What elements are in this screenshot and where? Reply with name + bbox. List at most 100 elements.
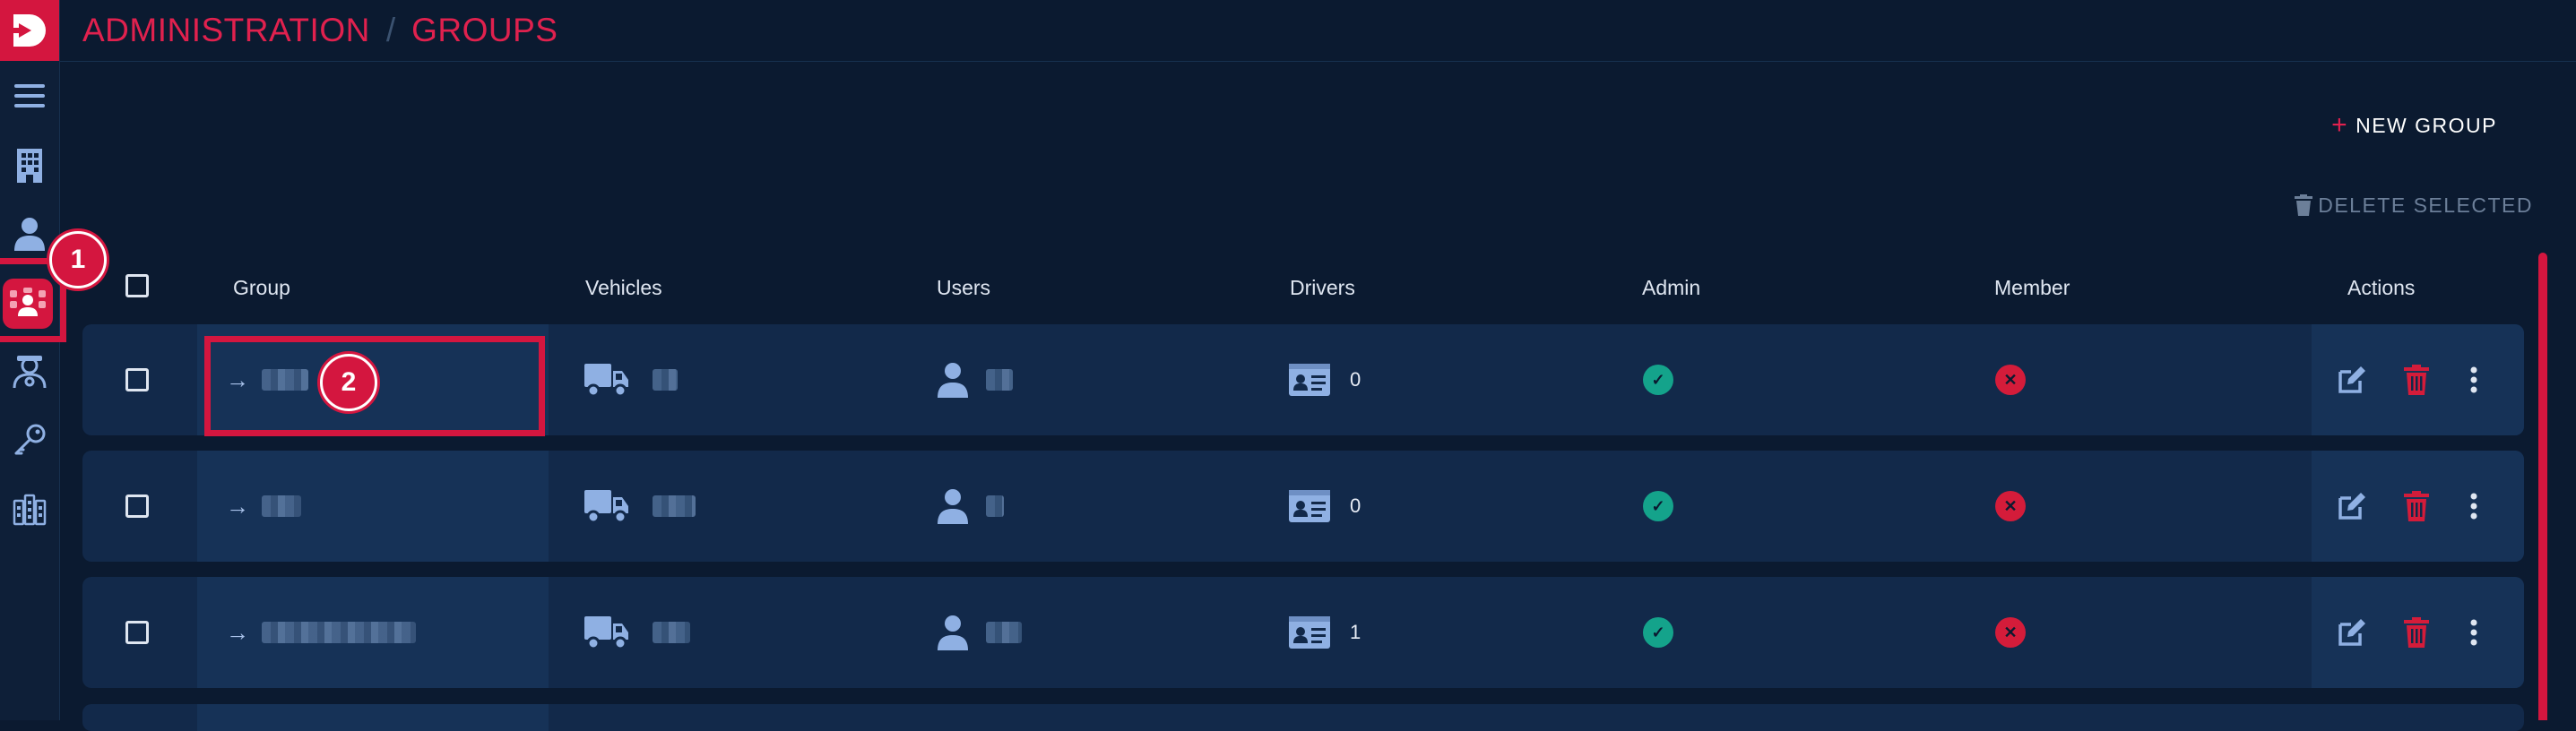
users-count-redacted (986, 369, 1013, 391)
delete-icon (2404, 491, 2429, 521)
trash-icon (2295, 194, 2313, 216)
table-row[interactable]: → 1 ✓ ✕ (82, 577, 2524, 688)
check-circle-icon: ✓ (1643, 491, 1673, 521)
building-icon (17, 149, 42, 183)
sidebar-item-users[interactable] (7, 211, 52, 256)
drivers-count: 0 (1350, 494, 1361, 517)
group-name-link[interactable]: → (226, 451, 301, 562)
drivers-count: 1 (1350, 621, 1361, 643)
users-cell (938, 451, 1004, 562)
column-header-member[interactable]: Member (1994, 276, 2070, 300)
check-circle-icon: ✓ (1643, 365, 1673, 395)
member-cell: ✕ (1995, 324, 2026, 435)
app-logo[interactable] (0, 0, 59, 61)
sidebar-item-dashboards[interactable] (7, 487, 52, 532)
row-checkbox[interactable] (125, 621, 149, 644)
table-row[interactable]: → 0 ✓ ✕ (82, 451, 2524, 562)
column-header-actions: Actions (2347, 276, 2416, 299)
vehicles-cell (584, 577, 690, 688)
truck-icon (584, 616, 628, 650)
vehicles-count-redacted (653, 622, 690, 643)
delete-icon (2404, 365, 2429, 395)
admin-cell: ✓ (1643, 324, 1673, 435)
cross-circle-icon: ✕ (1995, 491, 2026, 521)
cross-circle-icon: ✕ (1995, 365, 2026, 395)
user-icon (14, 218, 45, 251)
drivers-cell: 0 (1289, 324, 1361, 435)
users-cell (938, 324, 1013, 435)
vertical-scrollbar[interactable] (2538, 253, 2547, 720)
truck-icon (584, 490, 628, 524)
delete-selected-button[interactable]: DELETE SELECTED (2295, 187, 2533, 223)
more-actions-button[interactable] (2469, 577, 2478, 688)
new-group-button[interactable]: + NEW GROUP (2331, 108, 2497, 143)
breadcrumb-administration[interactable]: ADMINISTRATION (82, 12, 370, 49)
drivers-cell: 0 (1289, 451, 1361, 562)
select-all-checkbox[interactable] (125, 274, 149, 297)
plus-icon: + (2331, 110, 2349, 140)
vehicles-cell (584, 451, 696, 562)
cross-circle-icon: ✕ (1995, 617, 2026, 648)
users-cell (938, 577, 1022, 688)
id-card-icon (1289, 364, 1330, 396)
vehicles-count-redacted (653, 495, 696, 517)
more-actions-button[interactable] (2469, 324, 2478, 435)
edit-icon (2338, 366, 2365, 393)
vehicles-cell (584, 324, 678, 435)
new-group-label: NEW GROUP (2356, 113, 2497, 137)
row-checkbox[interactable] (125, 494, 149, 518)
user-icon (938, 615, 968, 650)
group-cell-bg (197, 704, 549, 731)
column-header-group[interactable]: Group (233, 276, 290, 300)
sidebar-item-permissions[interactable] (7, 417, 52, 462)
key-icon (14, 424, 46, 455)
column-header-drivers[interactable]: Drivers (1290, 276, 1355, 300)
more-vertical-icon (2470, 366, 2477, 393)
admin-cell: ✓ (1643, 577, 1673, 688)
dashboard-icon (13, 494, 47, 526)
breadcrumb-separator: / (385, 12, 396, 48)
step-marker-1: 1 (49, 231, 107, 288)
vehicles-count-redacted (653, 369, 678, 391)
sidebar-item-organizations[interactable] (7, 143, 52, 188)
edit-button[interactable] (2337, 324, 2367, 435)
user-icon (938, 363, 968, 398)
driver-icon (13, 356, 47, 388)
check-circle-icon: ✓ (1643, 617, 1673, 648)
id-card-icon (1289, 616, 1330, 649)
truck-icon (584, 364, 628, 398)
group-name-redacted (262, 495, 301, 517)
drivers-count: 0 (1350, 368, 1361, 391)
table-row-partial[interactable] (82, 704, 2524, 731)
admin-cell: ✓ (1643, 451, 1673, 562)
delete-button[interactable] (2404, 324, 2429, 435)
user-icon (938, 489, 968, 524)
column-header-admin[interactable]: Admin (1642, 276, 1700, 300)
column-header-users[interactable]: Users (937, 276, 990, 300)
breadcrumb-groups: GROUPS (411, 12, 558, 48)
more-actions-button[interactable] (2469, 451, 2478, 562)
column-header-vehicles[interactable]: Vehicles (585, 276, 662, 300)
delete-button[interactable] (2404, 451, 2429, 562)
users-count-redacted (986, 622, 1022, 643)
arrow-right-icon: → (226, 618, 249, 646)
edit-button[interactable] (2337, 577, 2367, 688)
id-card-icon (1289, 490, 1330, 522)
row-checkbox[interactable] (125, 368, 149, 391)
drivers-cell: 1 (1289, 577, 1361, 688)
step-marker-2: 2 (320, 354, 377, 411)
group-name-link[interactable]: → (226, 577, 416, 688)
edit-button[interactable] (2337, 451, 2367, 562)
edit-icon (2338, 493, 2365, 520)
menu-toggle-button[interactable] (7, 73, 52, 118)
delete-button[interactable] (2404, 577, 2429, 688)
arrow-right-icon: → (226, 492, 249, 520)
menu-icon (14, 84, 45, 108)
users-count-redacted (986, 495, 1004, 517)
member-cell: ✕ (1995, 451, 2026, 562)
sidebar-item-drivers[interactable] (7, 349, 52, 394)
more-vertical-icon (2470, 493, 2477, 520)
page-header: ADMINISTRATION / GROUPS (59, 0, 2576, 62)
more-vertical-icon (2470, 619, 2477, 646)
table-header: Group Vehicles Users Drivers Admin Membe… (82, 265, 2524, 310)
